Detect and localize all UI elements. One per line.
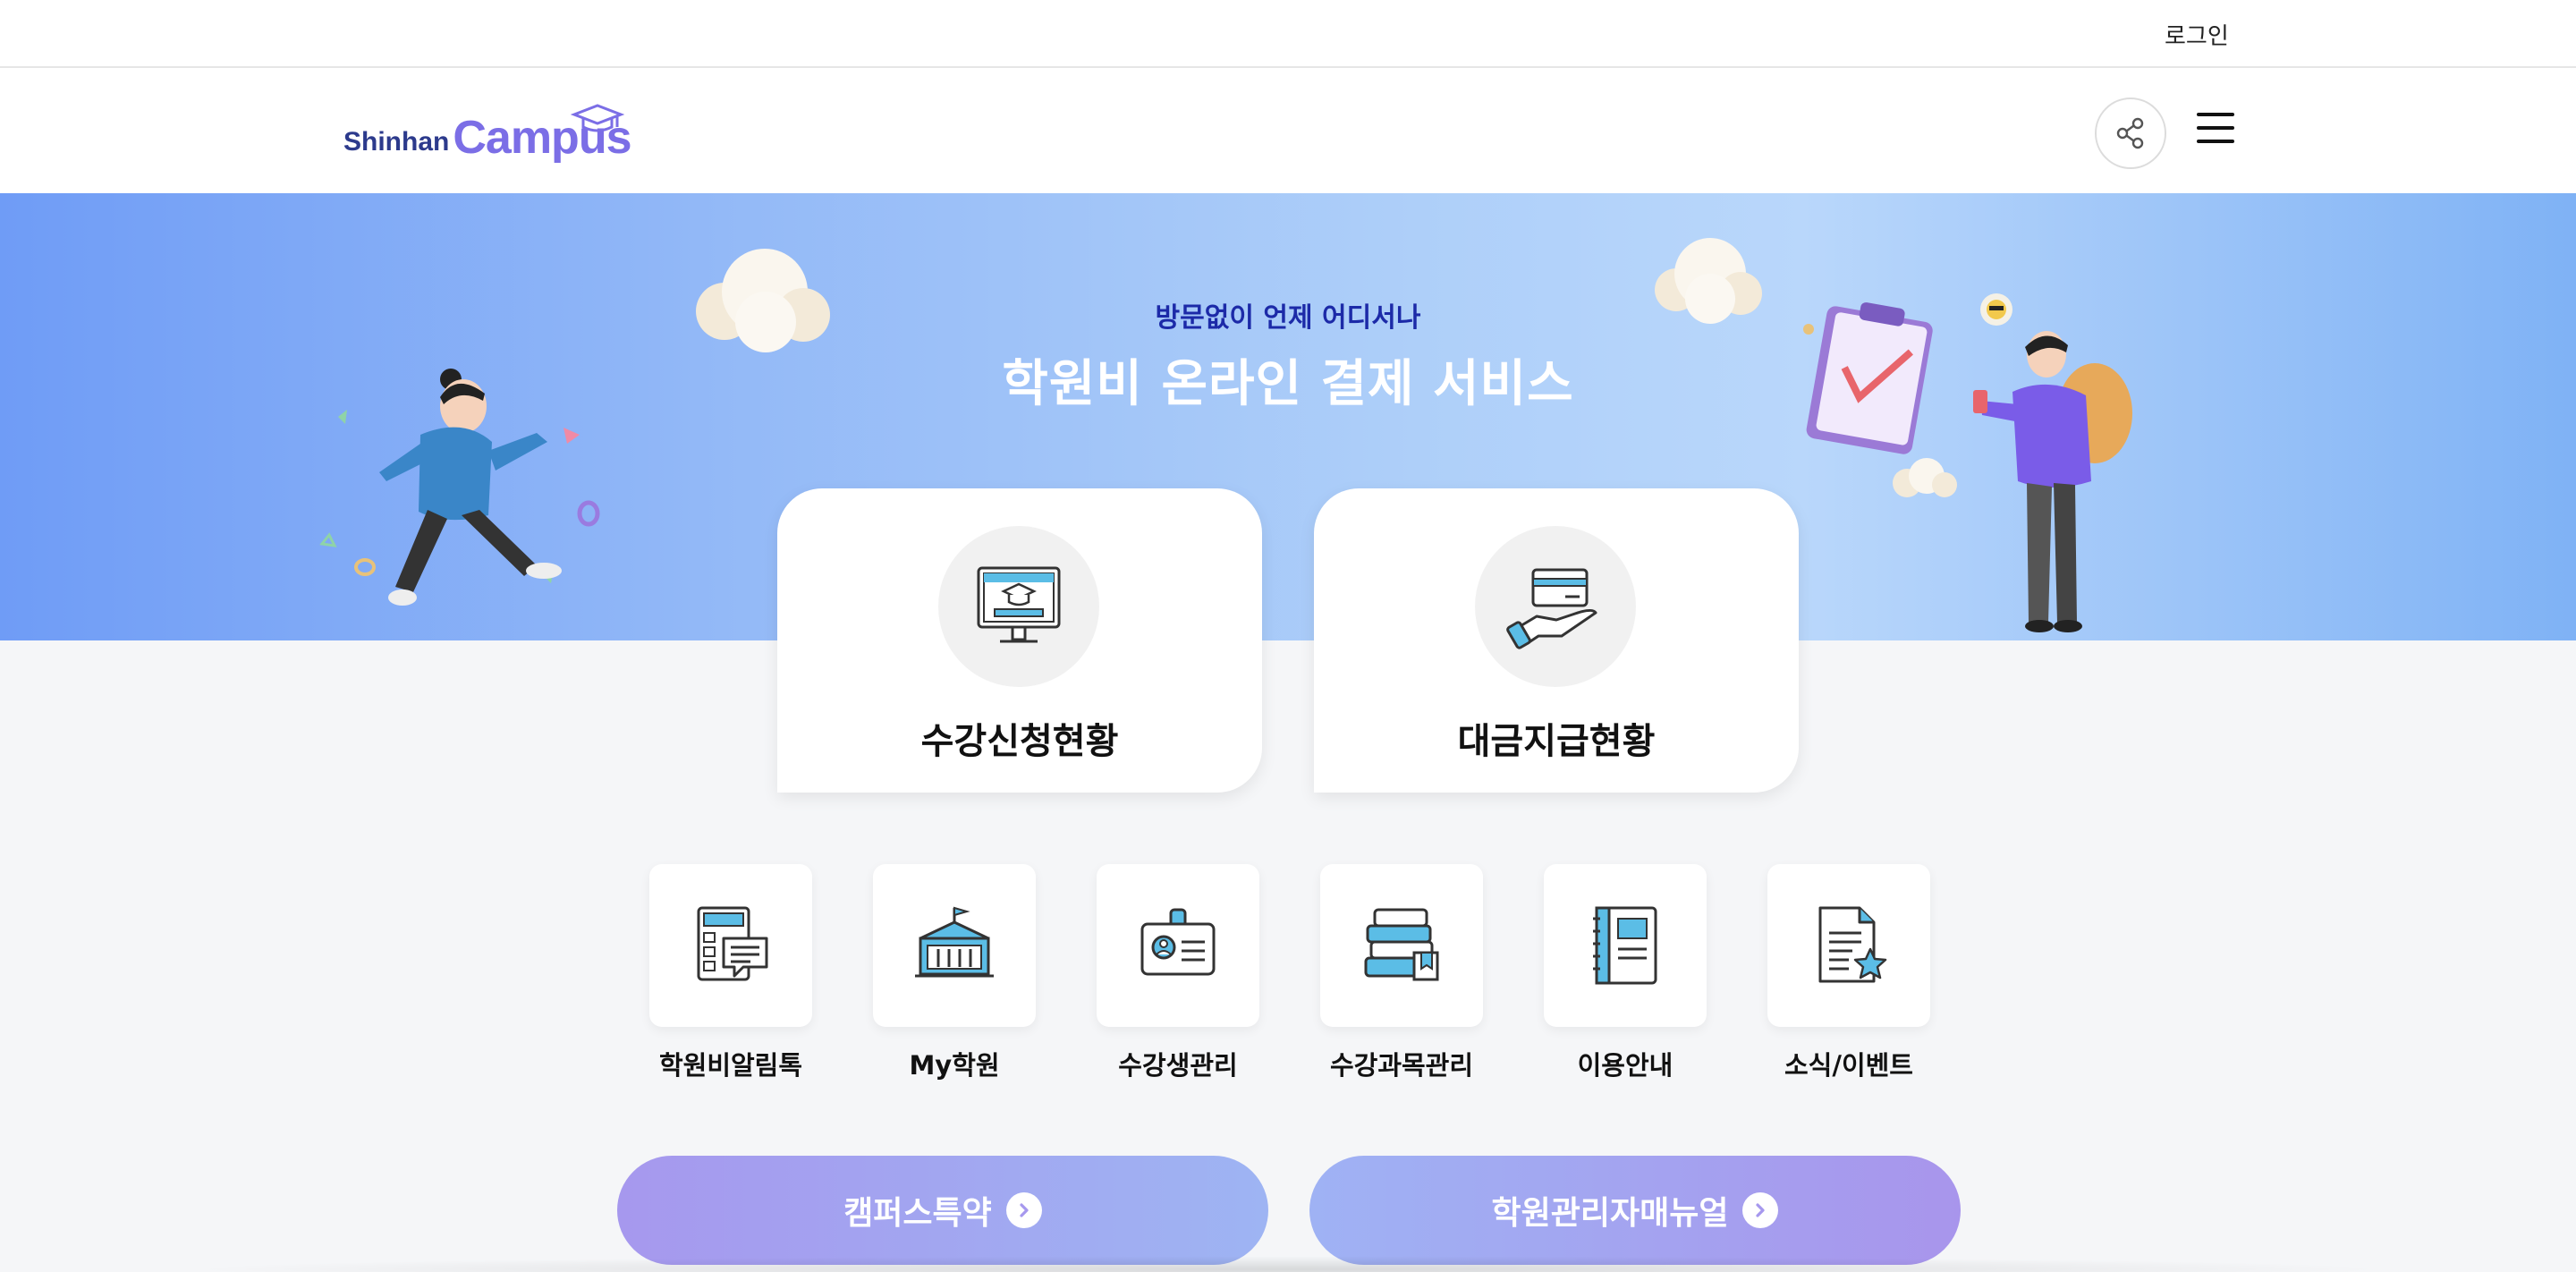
quick-menu-course-management[interactable]: 수강과목관리 bbox=[1320, 864, 1483, 1082]
chevron-right-circle-icon bbox=[1742, 1192, 1779, 1228]
share-button[interactable] bbox=[2095, 98, 2166, 169]
quick-menu-user-guide-label: 이용안내 bbox=[1577, 1050, 1674, 1081]
hero-banner: 방문없이 언제 어디서나 학원비 온라인 결제 서비스 bbox=[0, 193, 2576, 640]
document-star-icon bbox=[1818, 906, 1887, 983]
header: Shinhan Campus bbox=[0, 68, 2576, 193]
admin-manual-button[interactable]: 학원관리자매뉴얼 bbox=[1309, 1156, 1961, 1265]
logo-text-shinhan: Shinhan bbox=[343, 127, 450, 157]
school-building-icon bbox=[915, 906, 994, 978]
book-stack-icon bbox=[1364, 908, 1439, 981]
graduation-cap-icon bbox=[571, 104, 624, 132]
quick-menu-my-academy[interactable]: My학원 bbox=[873, 864, 1036, 1082]
person-with-phone-illustration bbox=[1973, 293, 2132, 632]
hamburger-menu-icon bbox=[2197, 113, 2234, 116]
top-bar: 로그인 bbox=[0, 0, 2576, 68]
chevron-right-circle-icon bbox=[1005, 1192, 1042, 1228]
calculator-message-icon bbox=[697, 906, 768, 981]
quick-menu-course-management-label: 수강과목관리 bbox=[1329, 1050, 1474, 1081]
quick-menu-user-guide[interactable]: 이용안내 bbox=[1544, 864, 1707, 1082]
campus-terms-button[interactable]: 캠퍼스특약 bbox=[617, 1156, 1268, 1265]
login-link[interactable]: 로그인 bbox=[2165, 18, 2229, 51]
payment-status-card[interactable]: 대금지급현황 bbox=[1314, 488, 1799, 793]
quick-menu-news-events[interactable]: 소식/이벤트 bbox=[1767, 864, 1930, 1082]
quick-menu-news-events-label: 소식/이벤트 bbox=[1784, 1050, 1913, 1081]
quick-menu-student-management-label: 수강생관리 bbox=[1118, 1050, 1238, 1081]
admin-manual-label: 학원관리자매뉴얼 bbox=[1491, 1195, 1729, 1232]
shinhan-campus-logo[interactable]: Shinhan Campus bbox=[343, 102, 632, 165]
course-registration-label: 수강신청현황 bbox=[920, 721, 1119, 762]
quick-menu-tuition-alert-label: 학원비알림톡 bbox=[658, 1050, 803, 1081]
quick-menu-student-management[interactable]: 수강생관리 bbox=[1097, 864, 1259, 1082]
running-person-illustration bbox=[319, 369, 600, 606]
share-icon bbox=[2116, 117, 2144, 149]
payment-status-label: 대금지급현황 bbox=[1457, 721, 1656, 762]
id-card-icon bbox=[1140, 908, 1216, 976]
course-registration-card[interactable]: 수강신청현황 bbox=[777, 488, 1262, 793]
notebook-icon bbox=[1593, 906, 1657, 985]
footer-shadow bbox=[179, 1256, 2397, 1272]
cloud-right-illustration bbox=[1655, 238, 1762, 324]
monitor-graduation-cap-icon bbox=[977, 566, 1061, 643]
hand-card-icon bbox=[1506, 568, 1597, 649]
campus-terms-label: 캠퍼스특약 bbox=[843, 1195, 992, 1232]
cloud-left-illustration bbox=[696, 249, 830, 352]
quick-menu-tuition-alert[interactable]: 학원비알림톡 bbox=[649, 864, 812, 1082]
hamburger-menu-button[interactable] bbox=[2197, 113, 2236, 152]
quick-menu-my-academy-label: My학원 bbox=[909, 1050, 1000, 1081]
